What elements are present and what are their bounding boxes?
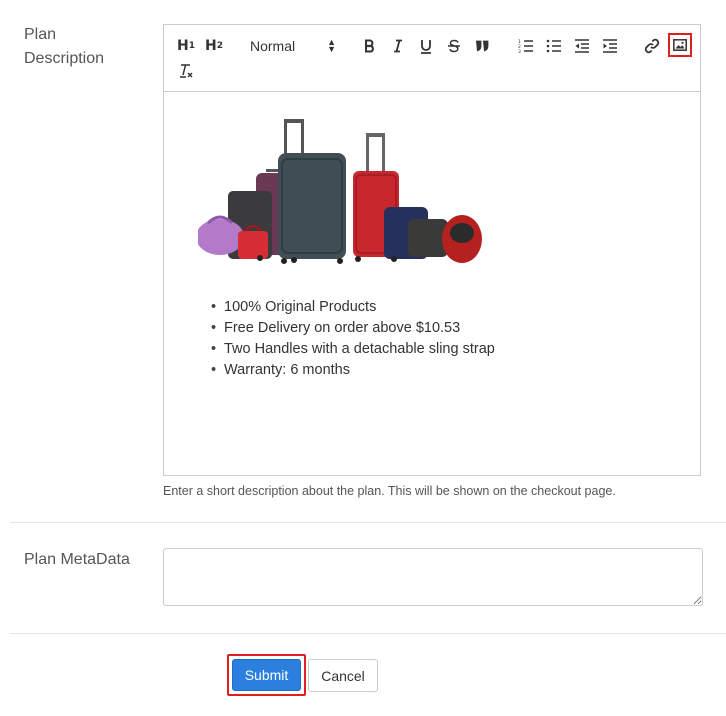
- underline-icon: [421, 39, 431, 54]
- list-item: Two Handles with a detachable sling stra…: [208, 339, 508, 360]
- format-select-value: Normal: [250, 38, 296, 54]
- description-help-text: Enter a short description about the plan…: [163, 484, 616, 498]
- section-divider: [10, 633, 726, 634]
- outdent-button[interactable]: [570, 34, 594, 58]
- plan-metadata-label: Plan MetaData: [24, 551, 130, 568]
- editor-content[interactable]: 100% Original Products Free Delivery on …: [164, 91, 700, 475]
- heading-2-button[interactable]: H2: [202, 34, 226, 58]
- section-divider: [10, 522, 726, 523]
- heading-2-label: H: [205, 38, 217, 54]
- bold-button[interactable]: [358, 34, 382, 58]
- heading-2-sub: 2: [216, 41, 223, 51]
- product-features-list: 100% Original Products Free Delivery on …: [208, 297, 508, 381]
- ordered-list-icon: 123: [518, 39, 533, 53]
- bullet-list-button[interactable]: [542, 34, 566, 58]
- plan-description-label: Plan Description: [24, 26, 105, 67]
- blockquote-icon: [476, 40, 489, 52]
- submit-highlight: Submit: [227, 654, 306, 696]
- strikethrough-button[interactable]: [442, 34, 466, 58]
- heading-1-sub: 1: [188, 41, 195, 51]
- bold-icon: [365, 39, 374, 53]
- italic-icon: [394, 39, 402, 53]
- clear-format-icon: [180, 64, 193, 78]
- list-item: Warranty: 6 months: [208, 360, 508, 381]
- list-item: Free Delivery on order above $10.53: [208, 318, 508, 339]
- image-button[interactable]: [668, 33, 692, 57]
- ordered-list-button[interactable]: 123: [514, 34, 538, 58]
- image-icon: [673, 39, 687, 51]
- underline-button[interactable]: [414, 34, 438, 58]
- svg-text:3: 3: [518, 49, 521, 53]
- indent-icon: [603, 39, 617, 53]
- link-icon: [644, 38, 660, 54]
- select-arrows-icon: ▲ ▼: [327, 37, 336, 54]
- submit-button[interactable]: Submit: [232, 659, 301, 691]
- rich-text-editor: H1 H2 Normal ▲ ▼ 123 • 100% Original Pro…: [163, 24, 701, 476]
- editor-toolbar: H1 H2 Normal ▲ ▼ 123: [164, 25, 700, 92]
- heading-1-button[interactable]: H1: [174, 34, 198, 58]
- plan-metadata-input[interactable]: [163, 548, 703, 606]
- blockquote-button[interactable]: [470, 34, 494, 58]
- luggage-product-image: [198, 119, 482, 264]
- link-button[interactable]: [640, 34, 664, 58]
- heading-1-label: H: [177, 38, 189, 54]
- indent-button[interactable]: [598, 34, 622, 58]
- list-item: 100% Original Products: [208, 297, 508, 318]
- italic-button[interactable]: [386, 34, 410, 58]
- strikethrough-icon: [448, 39, 460, 53]
- clear-format-button[interactable]: [174, 59, 198, 83]
- cancel-button[interactable]: Cancel: [308, 659, 378, 692]
- outdent-icon: [575, 39, 589, 53]
- bullet-list-icon: [546, 39, 561, 53]
- format-select[interactable]: Normal ▲ ▼: [250, 35, 340, 57]
